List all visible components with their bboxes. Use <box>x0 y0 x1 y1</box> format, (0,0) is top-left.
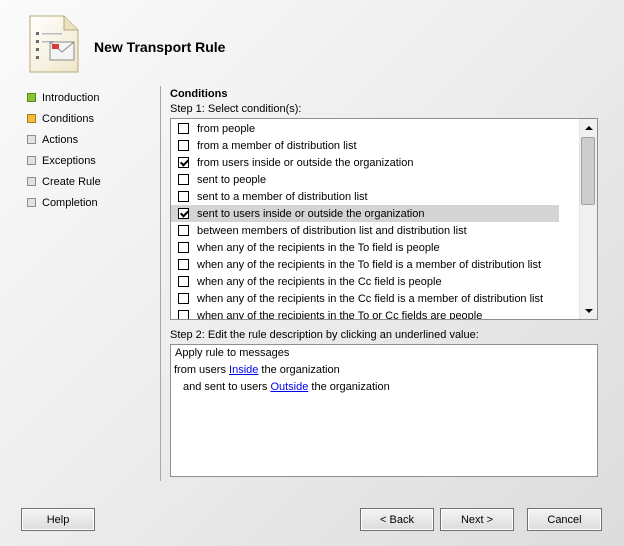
condition-checkbox[interactable] <box>178 174 189 185</box>
document-envelope-icon <box>29 15 79 73</box>
condition-label: sent to a member of distribution list <box>197 190 368 203</box>
vertical-divider <box>160 86 161 481</box>
condition-checkbox[interactable] <box>178 225 189 236</box>
condition-label: when any of the recipients in the To fie… <box>197 241 440 254</box>
help-button[interactable]: Help <box>21 508 95 531</box>
condition-row[interactable]: when any of the recipients in the Cc fie… <box>171 273 559 290</box>
condition-label: when any of the recipients in the Cc fie… <box>197 275 442 288</box>
condition-label: between members of distribution list and… <box>197 224 467 237</box>
nav-item-label: Conditions <box>42 112 94 125</box>
conditions-list[interactable]: from people from a member of distributio… <box>170 118 598 320</box>
condition-checkbox[interactable] <box>178 310 189 319</box>
condition-checkbox[interactable] <box>178 276 189 287</box>
condition-checkbox[interactable] <box>178 157 189 168</box>
nav-item-completion[interactable]: Completion <box>27 192 152 213</box>
condition-row[interactable]: from people <box>171 120 559 137</box>
nav-item-label: Completion <box>42 196 98 209</box>
wizard-header: New Transport Rule <box>0 0 624 86</box>
nav-item-label: Introduction <box>42 91 100 104</box>
condition-checkbox[interactable] <box>178 191 189 202</box>
nav-item-label: Exceptions <box>42 154 96 167</box>
description-line: and sent to users Outside the organizati… <box>183 381 390 393</box>
nav-item-exceptions[interactable]: Exceptions <box>27 150 152 171</box>
condition-label: sent to users inside or outside the orga… <box>197 207 425 220</box>
next-button[interactable]: Next > <box>440 508 514 531</box>
condition-label: when any of the recipients in the Cc fie… <box>197 292 544 305</box>
step-status-icon <box>27 198 36 207</box>
nav-item-introduction[interactable]: Introduction <box>27 87 152 108</box>
condition-label: when any of the recipients in the To fie… <box>197 258 542 271</box>
condition-row[interactable]: when any of the recipients in the To fie… <box>171 256 559 273</box>
condition-checkbox[interactable] <box>178 123 189 134</box>
condition-row[interactable]: sent to a member of distribution list <box>171 188 559 205</box>
condition-label: when any of the recipients in the To or … <box>197 309 483 320</box>
wizard-step-nav: Introduction Conditions Actions Exceptio… <box>27 87 152 213</box>
condition-row[interactable]: when any of the recipients in the Cc fie… <box>171 290 559 307</box>
condition-checkbox[interactable] <box>178 140 189 151</box>
section-title: Conditions <box>170 88 228 100</box>
step-status-icon <box>27 177 36 186</box>
condition-row[interactable]: between members of distribution list and… <box>171 222 559 239</box>
description-line: from users Inside the organization <box>174 364 340 376</box>
condition-row[interactable]: from users inside or outside the organiz… <box>171 154 559 171</box>
description-text: the organization <box>258 364 340 376</box>
description-text: the organization <box>308 381 390 393</box>
condition-row[interactable]: from a member of distribution list <box>171 137 559 154</box>
description-text: Apply rule to messages <box>175 347 290 359</box>
condition-row[interactable]: sent to people <box>171 171 559 188</box>
condition-row[interactable]: when any of the recipients in the To or … <box>171 307 559 320</box>
back-button[interactable]: < Back <box>360 508 434 531</box>
step-status-icon <box>27 93 36 102</box>
condition-checkbox[interactable] <box>178 293 189 304</box>
page-title: New Transport Rule <box>94 39 226 55</box>
description-text: from users <box>174 364 230 376</box>
nav-item-actions[interactable]: Actions <box>27 129 152 150</box>
nav-item-create-rule[interactable]: Create Rule <box>27 171 152 192</box>
step-status-icon <box>27 156 36 165</box>
scroll-up-button[interactable] <box>580 119 597 136</box>
condition-label: sent to people <box>197 173 267 186</box>
condition-row[interactable]: sent to users inside or outside the orga… <box>171 205 559 222</box>
condition-label: from users inside or outside the organiz… <box>197 156 414 169</box>
condition-checkbox[interactable] <box>178 208 189 219</box>
arrow-up-icon <box>584 125 593 130</box>
inside-value-link[interactable]: Inside <box>229 364 258 376</box>
step2-label: Step 2: Edit the rule description by cli… <box>170 329 479 341</box>
description-line: Apply rule to messages <box>175 347 289 359</box>
condition-checkbox[interactable] <box>178 259 189 270</box>
nav-item-conditions[interactable]: Conditions <box>27 108 152 129</box>
condition-checkbox[interactable] <box>178 242 189 253</box>
outside-value-link[interactable]: Outside <box>270 381 308 393</box>
step1-label: Step 1: Select condition(s): <box>170 103 302 115</box>
cancel-button[interactable]: Cancel <box>527 508 602 531</box>
scroll-down-button[interactable] <box>580 302 597 319</box>
condition-label: from a member of distribution list <box>197 139 357 152</box>
step-status-icon <box>27 135 36 144</box>
scroll-thumb[interactable] <box>581 137 595 205</box>
condition-row[interactable]: when any of the recipients in the To fie… <box>171 239 559 256</box>
step-status-icon <box>27 114 36 123</box>
arrow-down-icon <box>584 308 593 313</box>
rule-description-box: Apply rule to messages from users Inside… <box>170 344 598 477</box>
conditions-scrollbar[interactable] <box>579 119 597 319</box>
nav-item-label: Create Rule <box>42 175 101 188</box>
nav-item-label: Actions <box>42 133 79 146</box>
condition-label: from people <box>197 122 256 135</box>
description-text: and sent to users <box>183 381 271 393</box>
